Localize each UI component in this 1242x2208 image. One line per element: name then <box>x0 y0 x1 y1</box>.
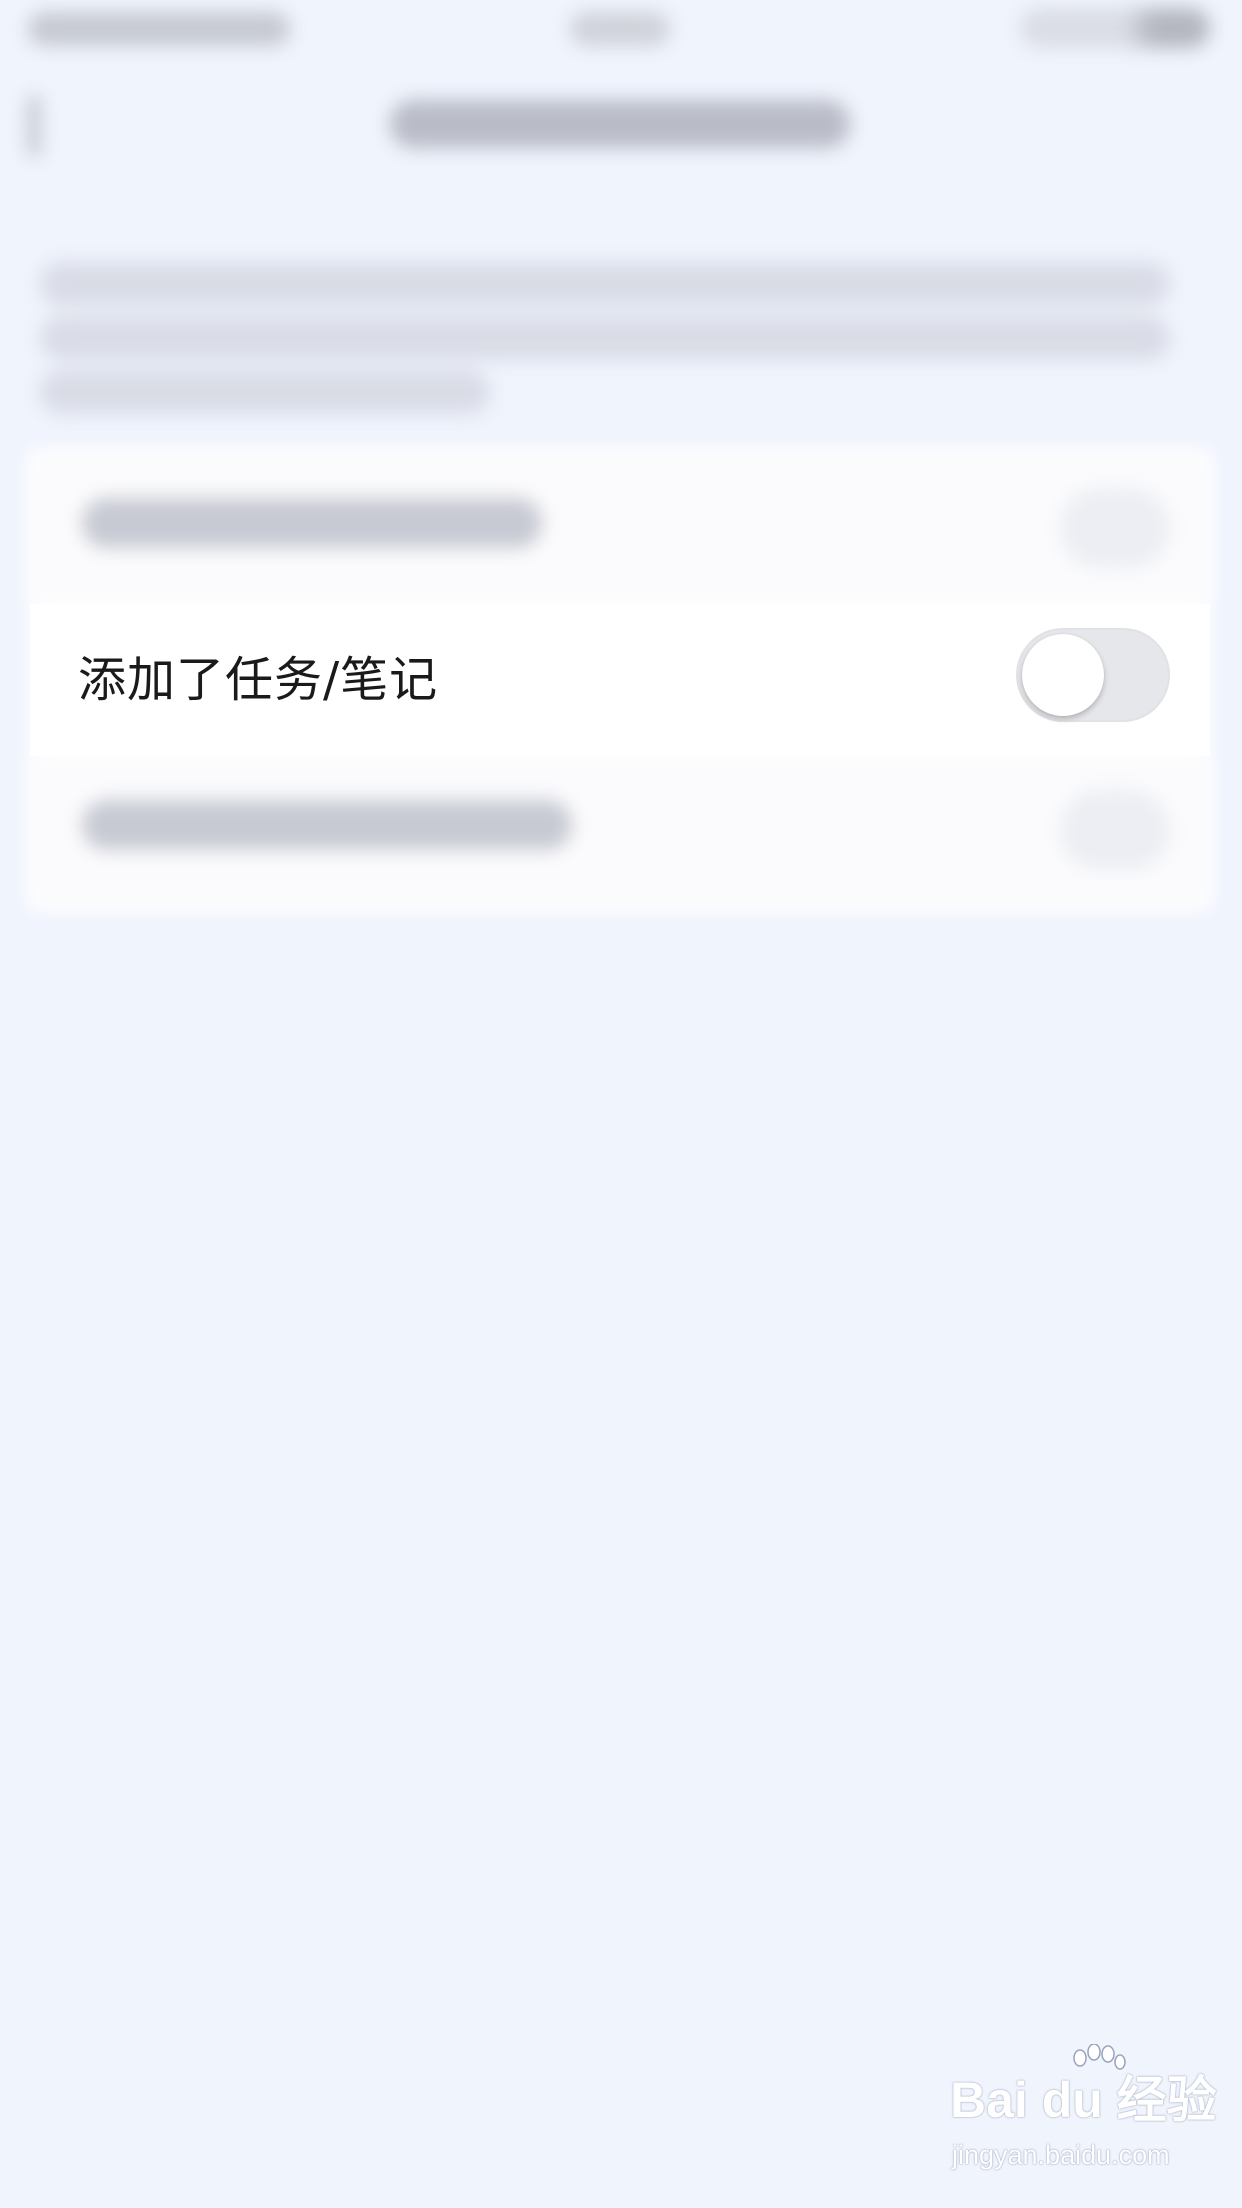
toggle-switch[interactable] <box>1060 488 1170 568</box>
baidu-jingyan-watermark: Bai du 经验 jingyan.baidu.com <box>950 2044 1217 2182</box>
toggle-switch[interactable] <box>1060 790 1170 870</box>
row-label-placeholder <box>82 498 542 548</box>
watermark-brand: Bai du 经验 <box>950 2072 1217 2128</box>
description-line <box>40 370 490 414</box>
page-title <box>390 100 850 148</box>
description-line <box>40 316 1170 360</box>
settings-row-task-note[interactable]: 添加了任务/笔记 <box>30 604 1210 756</box>
description-line <box>40 262 1170 306</box>
toggle-knob <box>1022 634 1104 716</box>
status-center-item <box>570 12 670 46</box>
task-note-toggle[interactable] <box>1016 628 1170 722</box>
status-time-carrier <box>28 12 290 46</box>
back-chevron-icon[interactable] <box>28 96 90 156</box>
status-battery-icon <box>1020 8 1210 48</box>
settings-row-label: 添加了任务/笔记 <box>78 652 439 708</box>
watermark-url: jingyan.baidu.com <box>952 2140 1170 2170</box>
row-label-placeholder <box>82 800 572 850</box>
